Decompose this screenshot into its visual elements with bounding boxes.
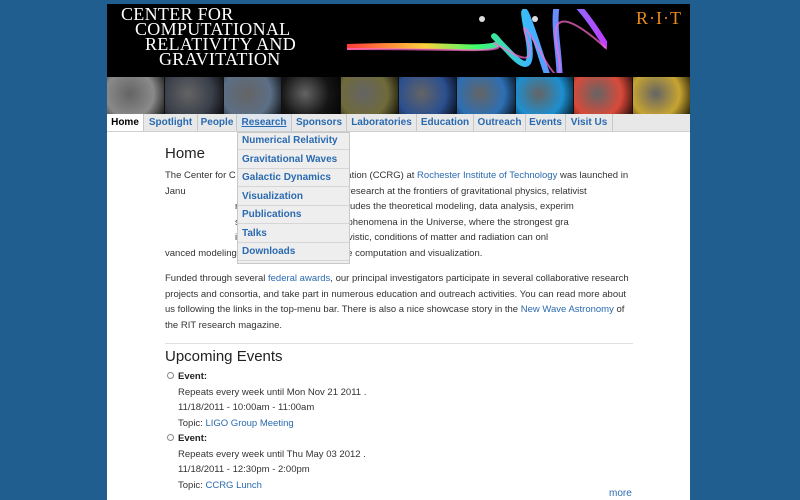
- page-title: Home: [165, 145, 206, 162]
- research-dropdown-menu: Numerical Relativity Gravitational Waves…: [237, 132, 350, 264]
- blackhole-visual-thumbnail[interactable]: [399, 77, 457, 114]
- orbit-visual-thumbnail[interactable]: [515, 77, 574, 114]
- dropdown-item-numerical-relativity[interactable]: Numerical Relativity: [238, 133, 349, 150]
- dropdown-item-talks[interactable]: Talks: [238, 226, 349, 243]
- site-banner: Center for Computational Relativity and …: [107, 4, 690, 77]
- simulation-grid-thumbnail[interactable]: [340, 77, 399, 114]
- topic-link-ccrg[interactable]: CCRG Lunch: [205, 480, 262, 491]
- event-item: Event: Repeats every week until Mon Nov …: [165, 369, 633, 431]
- rainbow-field-thumbnail[interactable]: [574, 77, 632, 114]
- new-wave-astronomy-link[interactable]: New Wave Astronomy: [521, 304, 614, 315]
- computer-cluster-thumbnail[interactable]: [223, 77, 282, 114]
- topic-label: Topic:: [178, 417, 206, 429]
- topic-link-ligo[interactable]: LIGO Group Meeting: [205, 418, 293, 429]
- nav-people[interactable]: People: [198, 114, 237, 131]
- dropdown-item-visualization[interactable]: Visualization: [238, 189, 349, 206]
- intro-paragraph: The Center for Ced Gravitation (CCRG) at…: [165, 168, 633, 261]
- event-topic: Topic: CCRG Lunch: [178, 478, 633, 494]
- page-container: Center for Computational Relativity and …: [107, 4, 690, 500]
- site-title[interactable]: Center for Computational Relativity and …: [121, 5, 296, 69]
- nav-education[interactable]: Education: [417, 114, 474, 131]
- event-item: Event: Repeats every week until Thu May …: [165, 431, 633, 493]
- nav-outreach[interactable]: Outreach: [474, 114, 526, 131]
- funding-text-1: Funded through several: [165, 273, 268, 284]
- main-content: Home The Center for Ced Gravitation (CCR…: [165, 144, 633, 493]
- event-repeat: Repeats every week until Thu May 03 2012…: [178, 448, 366, 460]
- constellation-thumbnail[interactable]: [282, 77, 340, 114]
- spectrum-pattern-thumbnail[interactable]: [632, 77, 690, 114]
- event-topic: Topic: LIGO Group Meeting: [178, 416, 633, 432]
- intro-text-1: The Center for C: [165, 170, 236, 181]
- dropdown-item-gravitational-waves[interactable]: Gravitational Waves: [238, 152, 349, 169]
- event-label: Event:: [178, 433, 208, 444]
- nav-spotlight[interactable]: Spotlight: [144, 114, 198, 131]
- event-time: 11/18/2011 - 12:30pm - 2:00pm: [178, 464, 310, 475]
- gravitational-wave-graphic: [347, 9, 607, 73]
- title-line-4: Gravitation: [159, 49, 281, 69]
- nav-home[interactable]: Home: [107, 114, 144, 131]
- einstein-portrait-thumbnail[interactable]: [107, 77, 165, 114]
- thumbnail-strip: [107, 77, 690, 114]
- top-nav-bar: Home Spotlight People Research Sponsors …: [107, 114, 690, 132]
- rit-link[interactable]: Rochester Institute of Technology: [417, 170, 557, 181]
- wave-surface-thumbnail[interactable]: [457, 77, 515, 114]
- nav-research[interactable]: Research: [237, 114, 292, 131]
- federal-awards-link[interactable]: federal awards: [268, 273, 330, 284]
- event-time: 11/18/2011 - 10:00am - 11:00am: [178, 402, 315, 413]
- rit-logo[interactable]: R·I·T: [636, 8, 682, 29]
- nav-events[interactable]: Events: [526, 114, 566, 131]
- dropdown-item-publications[interactable]: Publications: [238, 207, 349, 224]
- dropdown-item-galactic-dynamics[interactable]: Galactic Dynamics: [238, 170, 349, 187]
- nav-laboratories[interactable]: Laboratories: [347, 114, 417, 131]
- bullet-icon: [167, 372, 174, 379]
- topic-label: Topic:: [178, 479, 206, 491]
- event-repeat: Repeats every week until Mon Nov 21 2011…: [178, 386, 367, 398]
- more-events-link[interactable]: more: [609, 488, 632, 499]
- galaxy-image-thumbnail[interactable]: [165, 77, 223, 114]
- upcoming-events-heading: Upcoming Events: [165, 343, 633, 367]
- nav-sponsors[interactable]: Sponsors: [292, 114, 347, 131]
- dropdown-item-downloads[interactable]: Downloads: [238, 244, 349, 261]
- nav-visit-us[interactable]: Visit Us: [566, 114, 613, 131]
- funding-paragraph: Funded through several federal awards, o…: [165, 271, 633, 333]
- event-label: Event:: [178, 371, 208, 382]
- bullet-icon: [167, 434, 174, 441]
